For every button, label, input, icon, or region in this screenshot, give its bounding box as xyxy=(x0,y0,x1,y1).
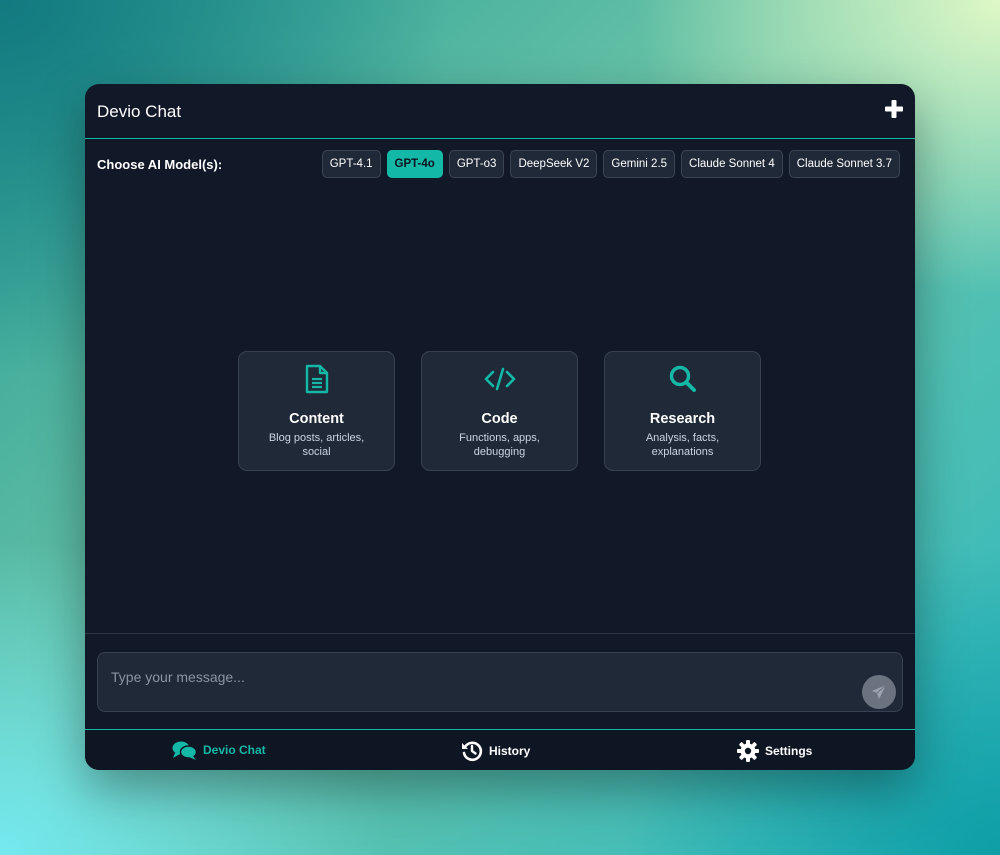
model-selector-label: Choose AI Model(s): xyxy=(97,157,223,172)
message-composer xyxy=(97,652,903,712)
nav-item-label: Settings xyxy=(765,744,813,758)
model-chip-gpt-4-1[interactable]: GPT-4.1 xyxy=(321,150,381,178)
card-description: Functions, apps, debugging xyxy=(459,432,540,458)
plus-icon xyxy=(885,100,903,118)
card-title: Research xyxy=(649,411,716,427)
model-chip-gemini-2-5[interactable]: Gemini 2.5 xyxy=(603,150,676,178)
suggestion-cards: Content Blog posts, articles, social Cod… xyxy=(238,351,761,471)
chat-bubbles-icon xyxy=(172,741,197,760)
bottom-nav: Devio Chat History Settings xyxy=(85,729,915,770)
card-description: Analysis, facts, explanations xyxy=(645,432,720,458)
search-icon xyxy=(669,365,696,392)
model-chip-claude-sonnet-4[interactable]: Claude Sonnet 4 xyxy=(681,150,783,178)
model-chip-gpt-o3[interactable]: GPT-o3 xyxy=(448,150,505,178)
nav-item-label: Devio Chat xyxy=(203,743,266,757)
model-chip-deepseek-v2[interactable]: DeepSeek V2 xyxy=(510,150,598,178)
nav-item-devio-chat[interactable]: Devio Chat xyxy=(172,740,266,760)
suggestion-card-research[interactable]: Research Analysis, facts, explanations xyxy=(604,351,761,471)
document-icon xyxy=(305,364,328,394)
model-chip-gpt-4o[interactable]: GPT-4o xyxy=(386,150,443,178)
card-title: Content xyxy=(289,411,344,427)
new-chat-button[interactable] xyxy=(885,100,903,118)
model-chip-claude-sonnet-3-7[interactable]: Claude Sonnet 3.7 xyxy=(788,150,900,178)
card-title: Code xyxy=(481,411,518,427)
paper-plane-icon xyxy=(872,684,887,699)
suggestion-card-content[interactable]: Content Blog posts, articles, social xyxy=(238,351,395,471)
message-input[interactable] xyxy=(111,667,841,687)
suggestion-card-code[interactable]: Code Functions, apps, debugging xyxy=(421,351,578,471)
card-description: Blog posts, articles, social xyxy=(268,432,365,458)
model-selector: Choose AI Model(s): GPT-4.1 GPT-4o GPT-o… xyxy=(85,140,915,188)
composer-divider xyxy=(85,633,915,634)
nav-item-history[interactable]: History xyxy=(461,740,530,762)
chat-app-window: Devio Chat Choose AI Model(s): GPT-4.1 G… xyxy=(85,84,915,770)
app-header: Devio Chat xyxy=(85,84,915,139)
nav-item-label: History xyxy=(489,744,531,758)
history-icon xyxy=(462,741,483,762)
nav-item-settings[interactable]: Settings xyxy=(737,740,812,762)
code-icon xyxy=(484,367,515,391)
send-button[interactable] xyxy=(862,675,896,709)
app-title: Devio Chat xyxy=(97,102,182,121)
gear-icon xyxy=(737,740,759,762)
model-chip-list: GPT-4.1 GPT-4o GPT-o3 DeepSeek V2 Gemini… xyxy=(321,150,900,178)
